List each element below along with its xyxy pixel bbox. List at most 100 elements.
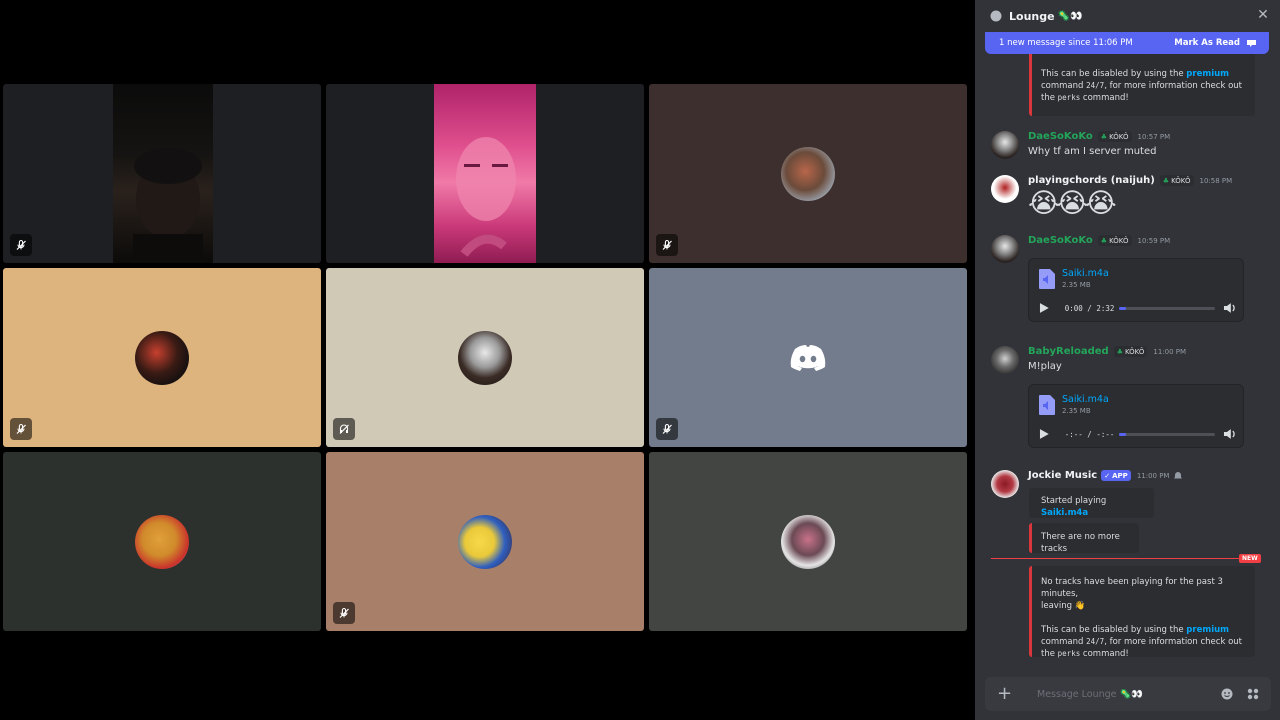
avatar[interactable] [991, 235, 1019, 263]
avatar[interactable] [991, 346, 1019, 374]
audio-player: -:-- / -:-- [1038, 425, 1236, 443]
timestamp: 10:57 PM [1137, 132, 1171, 141]
chat-header: Lounge 🦠👀 ✕ [975, 0, 1280, 32]
avatar[interactable] [991, 131, 1019, 159]
embed-text: No tracks have been playing for the past… [1041, 577, 1223, 599]
call-window: Lounge 🦠👀 ✕ 1 new message since 11:06 PM… [0, 0, 1280, 720]
new-messages-divider [991, 558, 1255, 559]
guild-tag-label: KÔKÔ [1109, 132, 1129, 141]
embed-code: perks [1057, 93, 1081, 102]
embed-code: 24/7 [1086, 637, 1105, 646]
user-avatar [781, 514, 835, 569]
message-input[interactable] [1037, 688, 1187, 700]
embed-code: 24/7 [1086, 81, 1105, 90]
author-name[interactable]: Jockie Music [1028, 470, 1097, 481]
author-name[interactable]: BabyReloaded [1028, 346, 1109, 357]
author-name[interactable]: DaeSoKoKo [1028, 131, 1093, 142]
video-tile-user-3[interactable] [649, 84, 967, 263]
close-icon[interactable]: ✕ [1256, 8, 1270, 22]
attachment-filename[interactable]: Saiki.m4a [1062, 268, 1109, 279]
embed-text: There are no more tracks [1041, 532, 1120, 554]
apps-icon[interactable] [1247, 688, 1259, 700]
add-attachment-icon[interactable]: + [997, 685, 1012, 703]
timestamp: 10:59 PM [1137, 236, 1171, 245]
video-tile-user-9[interactable] [649, 452, 967, 631]
timestamp: 11:00 PM [1136, 471, 1170, 480]
guild-tag: ♣ KÔKÔ [1113, 346, 1148, 357]
video-grid [3, 84, 968, 632]
camera-feed [113, 84, 213, 263]
timestamp: 10:58 PM [1199, 176, 1233, 185]
author-name[interactable]: playingchords (naijuh) [1028, 175, 1155, 186]
embed-text: the [1041, 93, 1058, 103]
seek-bar[interactable] [1119, 432, 1216, 436]
discord-logo-icon [781, 331, 835, 385]
person-silhouette-icon [133, 148, 203, 263]
user-avatar [781, 146, 835, 201]
volume-icon[interactable] [1223, 302, 1236, 314]
new-badge: NEW [1239, 554, 1261, 563]
audio-attachment[interactable]: Saiki.m4a 2.35 MB -:-- / -:-- [1028, 384, 1244, 448]
mic-muted-icon [333, 602, 355, 624]
user-avatar [458, 330, 512, 385]
new-messages-banner[interactable]: 1 new message since 11:06 PM Mark As Rea… [985, 32, 1269, 54]
premium-link[interactable]: premium [1186, 69, 1229, 79]
embed-text: This can be disabled by using the [1041, 625, 1187, 635]
guild-tag: ♣ KÔKÔ [1159, 175, 1194, 186]
embed-text: , for more information check out [1104, 637, 1242, 647]
embed-text: leaving 👋 [1041, 601, 1086, 611]
seek-bar[interactable] [1119, 306, 1216, 310]
audio-file-icon [1039, 269, 1055, 289]
embed-text: Started playing [1041, 496, 1107, 506]
new-messages-text: 1 new message since 11:06 PM [999, 38, 1133, 48]
emoji-picker-icon[interactable] [1221, 688, 1233, 700]
avatar[interactable] [991, 175, 1019, 203]
speech-bubble-icon [990, 10, 1002, 22]
seek-progress [1119, 306, 1127, 310]
embed-text: This can be disabled by using the [1041, 69, 1187, 79]
person-face-icon [456, 137, 516, 257]
guild-tag-label: KÔKÔ [1109, 236, 1129, 245]
video-tile-user-4[interactable] [3, 268, 321, 447]
bot-embed-top: This can be disabled by using the premiu… [1029, 54, 1255, 116]
video-tile-camera-2[interactable] [326, 84, 644, 263]
bot-embed-leaving: No tracks have been playing for the past… [1029, 566, 1255, 659]
premium-link[interactable]: premium [1186, 625, 1229, 635]
app-badge-label: APP [1112, 471, 1128, 480]
guild-tag-label: KÔKÔ [1124, 347, 1145, 356]
video-tile-camera-1[interactable] [3, 84, 321, 263]
video-tile-user-6[interactable] [649, 268, 967, 447]
play-icon[interactable] [1038, 302, 1050, 314]
video-tile-user-5[interactable] [326, 268, 644, 447]
video-tile-user-7[interactable] [3, 452, 321, 631]
bot-embed-queue-empty: There are no more tracks [1029, 523, 1139, 554]
audio-file-icon [1039, 395, 1055, 415]
mark-as-read-button[interactable]: Mark As Read [1174, 38, 1257, 48]
deafened-icon [333, 418, 355, 440]
embed-text: the [1041, 649, 1058, 659]
user-avatar [458, 514, 512, 569]
track-link[interactable]: Saiki.m4a [1041, 508, 1088, 518]
seek-progress [1119, 432, 1127, 436]
attachment-filename[interactable]: Saiki.m4a [1062, 394, 1109, 405]
audio-player: 0:00 / 2:32 [1038, 299, 1236, 317]
channel-name: Lounge [1009, 9, 1055, 23]
playback-time: 0:00 / 2:32 [1064, 303, 1115, 313]
guild-tag: ♣ KÔKÔ [1097, 131, 1132, 142]
embed-code: perks [1057, 649, 1081, 658]
timestamp: 11:00 PM [1153, 347, 1187, 356]
mark-as-read-label: Mark As Read [1174, 38, 1240, 48]
volume-icon[interactable] [1223, 428, 1236, 440]
attachment-size: 2.35 MB [1062, 281, 1091, 289]
author-name[interactable]: DaeSoKoKo [1028, 235, 1093, 246]
mic-muted-icon [10, 234, 32, 256]
video-tile-user-8[interactable] [326, 452, 644, 631]
playback-time: -:-- / -:-- [1064, 429, 1115, 439]
play-icon[interactable] [1038, 428, 1050, 440]
bot-embed-now-playing: Started playing Saiki.m4a [1029, 488, 1154, 518]
message-text: Why tf am I server muted [1028, 146, 1157, 157]
avatar[interactable] [991, 470, 1019, 498]
mark-read-icon [1247, 40, 1256, 47]
audio-attachment[interactable]: Saiki.m4a 2.35 MB 0:00 / 2:32 [1028, 258, 1244, 322]
mic-muted-icon [656, 234, 678, 256]
